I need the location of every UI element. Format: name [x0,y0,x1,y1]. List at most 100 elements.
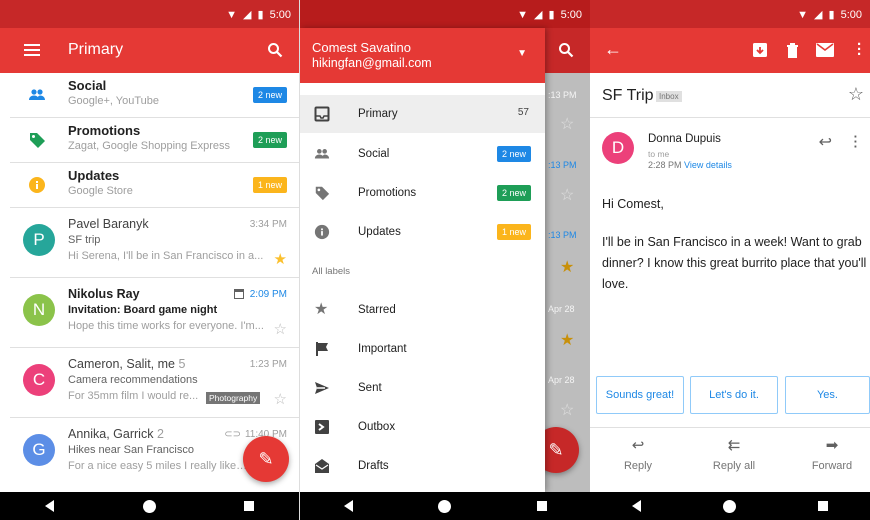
smart-reply-button[interactable]: Yes. [785,376,870,414]
message-subject: SF Trip [602,87,654,104]
drawer-screen: ▼ ◢ ▮ 5:00 :13 PM ☆ :13 PM ☆ :13 PM ★ Apr 2… [300,0,590,520]
category-title: Social [68,78,107,93]
drawer-item-sent[interactable]: Sent [300,369,545,407]
drawer-item-label: Starred [358,304,396,316]
outbox-icon [315,420,329,434]
home-nav-button[interactable] [438,499,452,513]
search-icon [559,43,574,58]
drawer-item-drafts[interactable]: Drafts [300,447,545,485]
star-outline-icon[interactable]: ☆ [274,390,287,408]
signal-icon: ◢ [814,9,823,21]
reply-button[interactable]: ↩ Reply [608,436,668,472]
back-nav-button[interactable] [43,499,57,513]
clock: 5:00 [269,8,291,21]
search-icon[interactable] [267,42,283,58]
menu-icon[interactable] [24,44,40,56]
archive-icon[interactable] [752,42,768,58]
drawer-item-social[interactable]: Social 2 new [300,135,545,173]
category-subtitle: Google Store [68,185,133,197]
drawer-item-label: Updates [358,226,401,238]
mail-from: Annika, Garrick 2 [68,427,164,441]
back-nav-button[interactable] [630,499,644,513]
more-vert-icon[interactable]: · · · [854,130,858,153]
new-badge: 2 new [496,146,531,162]
inbox-icon [314,106,330,122]
drawer-item-label: Primary [358,108,398,120]
mail-from-names: Cameron, Salit, me [68,357,175,371]
status-bar: ▼ ◢ ▮ 5:00 [300,0,590,28]
star-outline-icon[interactable]: ☆ [274,320,287,338]
account-header[interactable]: Comest Savatino hikingfan@gmail.com ▼ [300,28,545,83]
reply-arrow-icon[interactable]: ↩ [819,132,832,152]
home-nav-button[interactable] [142,499,156,513]
back-nav-button[interactable] [341,499,355,513]
home-nav-button[interactable] [723,499,737,513]
mail-subject: Invitation: Board game night [68,304,218,316]
category-social[interactable]: Social Google+, YouTube 2 new [10,73,299,118]
attachment-icon: ⊂⊃ [224,429,241,440]
clock: 5:00 [840,8,862,21]
avatar: P [23,224,55,256]
nav-bar [590,492,870,520]
status-bar: ▼ ◢ ▮ 5:00 [0,0,299,28]
page-title: Primary [68,41,124,58]
flag-icon [316,342,328,356]
wifi-icon: ▼ [517,8,529,21]
tag-icon [30,133,45,148]
drawer-item-label: Sent [358,382,382,394]
compose-button[interactable]: ✎ [243,436,289,482]
star-outline-icon: ☆ [560,402,575,419]
mail-item[interactable]: P Pavel Baranyk SF trip Hi Serena, I'll … [10,208,299,278]
toolbar: Primary [0,28,299,73]
label-chip[interactable]: Inbox [656,91,682,102]
mail-preview: Hope this time works for everyone. I'm..… [68,320,264,332]
back-arrow-icon[interactable]: ← [604,39,622,60]
avatar: C [23,364,55,396]
people-icon [314,149,330,159]
mail-item[interactable]: N Nikolus Ray Invitation: Board game nig… [10,278,299,348]
nav-bar [300,492,590,520]
clock: 5:00 [560,8,582,21]
reply-label: Reply [623,460,653,472]
drawer-item-primary[interactable]: Primary 57 [300,95,545,133]
category-updates[interactable]: Updates Google Store 1 new [10,163,299,208]
thread-count: 5 [178,357,186,371]
avatar: G [23,434,55,466]
smart-reply-button[interactable]: Sounds great! [596,376,684,414]
recents-nav-button[interactable] [535,499,549,513]
star-outline-icon[interactable]: ☆ [848,84,864,105]
label-chip: Photography [206,392,261,404]
more-vert-icon[interactable]: · · · [857,37,862,62]
drawer-item-promotions[interactable]: Promotions 2 new [300,174,545,212]
mail-preview: Hi Serena, I'll be in San Francisco in a… [68,250,264,262]
mail-item[interactable]: C Cameron, Salit, me 5 Camera recommenda… [10,348,299,418]
wifi-icon: ▼ [226,8,238,21]
category-promotions[interactable]: Promotions Zagat, Google Shopping Expres… [10,118,299,163]
drawer-item-starred[interactable]: ★ Starred [300,291,545,329]
info-icon [29,177,45,193]
mail-preview: For 35mm film I would re... [68,390,199,402]
category-subtitle: Google+, YouTube [68,95,160,107]
dropdown-icon[interactable]: ▼ [517,48,527,59]
message-meta: 2:28 PM View details [648,160,732,170]
view-details-link[interactable]: View details [684,160,732,170]
delete-icon[interactable] [786,42,799,58]
message-greeting: Hi Comest, [602,197,664,211]
mail-icon[interactable] [816,43,834,57]
recents-nav-button[interactable] [242,499,256,513]
smart-reply-button[interactable]: Let's do it. [690,376,778,414]
divider [590,117,870,118]
drawer-item-outbox[interactable]: Outbox [300,408,545,446]
dimmed-time: :13 PM [548,160,577,170]
forward-button[interactable]: ➡ Forward [802,436,862,472]
drawer-item-important[interactable]: Important [300,330,545,368]
recents-nav-button[interactable] [816,499,830,513]
star-icon: ★ [560,259,575,276]
star-icon[interactable]: ★ [274,250,287,268]
reply-all-icon: ⇇ [727,437,741,454]
drawer-item-updates[interactable]: Updates 1 new [300,213,545,251]
reply-all-button[interactable]: ⇇ Reply all [704,436,764,472]
category-subtitle: Zagat, Google Shopping Express [68,140,231,152]
new-badge: 2 new [496,185,531,201]
tag-icon [315,186,330,201]
